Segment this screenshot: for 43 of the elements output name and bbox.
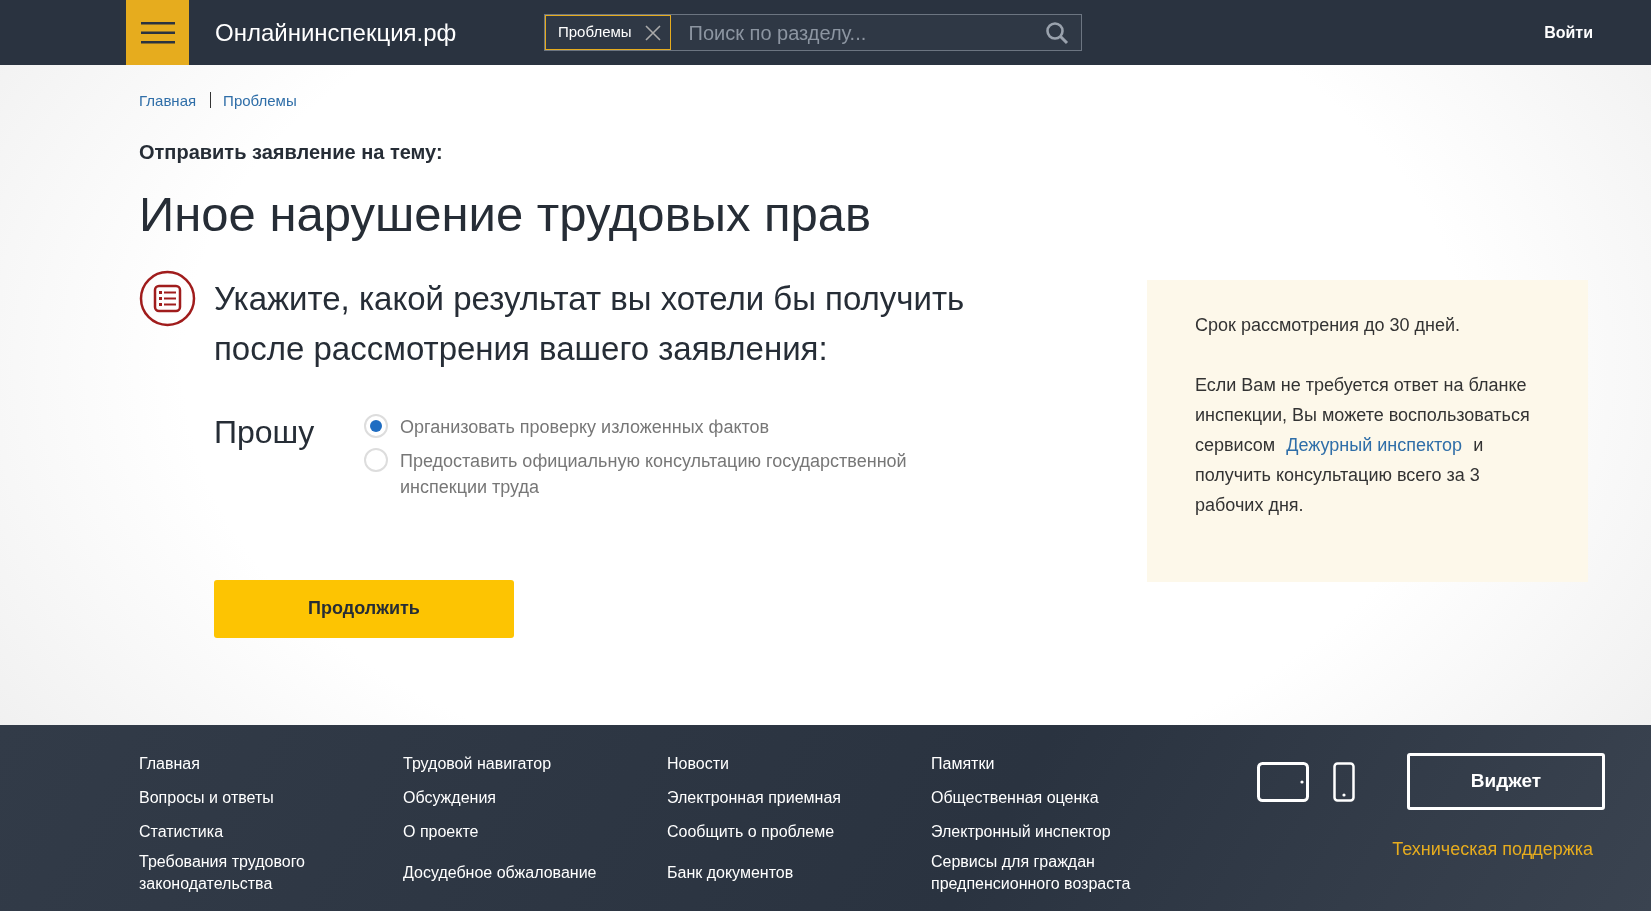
phone-icon[interactable] bbox=[1333, 761, 1355, 802]
option-label[interactable]: Предоставить официальную консультацию государственной инспекции труда bbox=[400, 447, 984, 500]
list-icon bbox=[139, 269, 196, 327]
menu-icon bbox=[140, 21, 175, 44]
login-link[interactable]: Войти bbox=[1544, 20, 1593, 45]
option-label[interactable]: Организовать проверку изложенных фактов bbox=[400, 413, 770, 440]
footer-link[interactable]: Новости bbox=[667, 753, 931, 775]
continue-button[interactable]: Продолжить bbox=[214, 579, 514, 638]
footer-link[interactable]: Сообщить о проблеме bbox=[667, 821, 931, 843]
radio-button[interactable] bbox=[364, 413, 388, 438]
breadcrumb-link[interactable]: Главная bbox=[139, 92, 197, 109]
footer-link[interactable]: Банк документов bbox=[667, 851, 931, 895]
info-text: Если Вам не требуется ответ на бланке инспекции, Вы можете воспользоваться сервисом Дежурный инспектор и получить консультацию всего за 3 рабочих дня. bbox=[1195, 374, 1531, 517]
footer-link[interactable]: Главная bbox=[139, 753, 403, 775]
footer-link[interactable]: Обсуждения bbox=[403, 787, 667, 809]
request-label: Прошу bbox=[214, 412, 316, 452]
site-title[interactable]: Онлайнинспекция.рф bbox=[215, 14, 544, 51]
close-icon[interactable] bbox=[643, 23, 662, 42]
footer-link[interactable]: Требования трудового законодательства bbox=[139, 851, 339, 895]
search-icon[interactable] bbox=[1045, 20, 1069, 45]
footer-link[interactable]: О проекте bbox=[403, 821, 667, 843]
page-title: Иное нарушение трудовых прав bbox=[139, 186, 873, 243]
footer-link[interactable]: Вопросы и ответы bbox=[139, 787, 403, 809]
footer-link[interactable]: Статистика bbox=[139, 821, 403, 843]
footer-link[interactable]: Электронный инспектор bbox=[931, 821, 1195, 843]
tablet-icon[interactable] bbox=[1257, 761, 1309, 802]
footer-link[interactable]: Сервисы для граждан предпенсионного возраста bbox=[931, 851, 1195, 895]
question-text: Укажите, какой результат вы хотели бы получить после рассмотрения вашего заявления: bbox=[214, 278, 966, 369]
subtitle: Отправить заявление на тему: bbox=[139, 140, 444, 165]
radio-button[interactable] bbox=[364, 447, 388, 472]
duty-inspector-link[interactable]: Дежурный инспектор bbox=[1280, 435, 1469, 455]
review-term-text: Срок рассмотрения до 30 дней. bbox=[1195, 314, 1461, 337]
footer-link[interactable]: Общественная оценка bbox=[931, 787, 1195, 809]
menu-button[interactable] bbox=[126, 0, 189, 65]
footer-link[interactable]: Памятки bbox=[931, 753, 1195, 775]
footer-link[interactable]: Электронная приемная bbox=[667, 787, 931, 809]
search-field[interactable]: Проблемы Поиск по разделу... bbox=[544, 14, 1082, 51]
footer-link[interactable]: Трудовой навигатор bbox=[403, 753, 667, 775]
widget-button[interactable]: Виджет bbox=[1407, 753, 1605, 810]
search-tag[interactable]: Проблемы bbox=[545, 15, 671, 50]
breadcrumb-link[interactable]: Проблемы bbox=[223, 92, 297, 109]
footer-link[interactable]: Досудебное обжалование bbox=[403, 851, 667, 895]
support-link[interactable]: Техническая поддержка bbox=[1392, 836, 1593, 863]
